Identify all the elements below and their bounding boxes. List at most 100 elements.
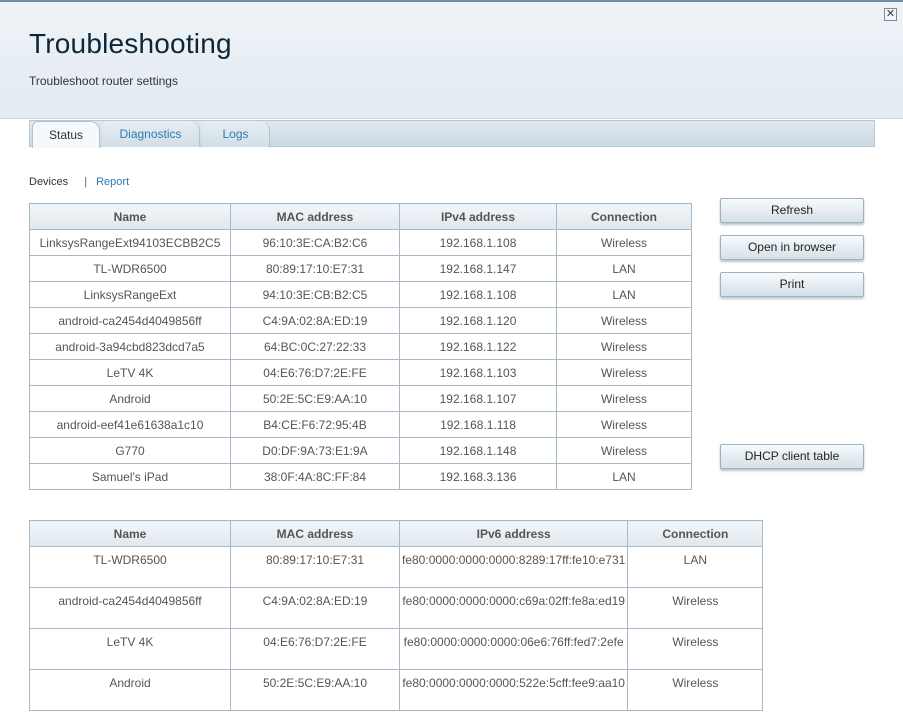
page-subtitle: Troubleshoot router settings [29, 74, 178, 88]
dhcp-client-table-button[interactable]: DHCP client table [720, 444, 864, 469]
cell-mac-address: 80:89:17:10:E7:31 [230, 546, 400, 588]
cell-mac-address: 04:E6:76:D7:2E:FE [230, 359, 400, 386]
cell-ip-address: fe80:0000:0000:0000:8289:17ff:fe10:e731 [398, 546, 629, 588]
cell-name: LinksysRangeExt94103ECBB2C5 [29, 229, 231, 256]
ipv6-table-body: TL-WDR6500 80:89:17:10:E7:31 fe80:0000:000… [29, 546, 764, 711]
table-row: LinksysRangeExt 94:10:3E:CB:B2:C5 192.168.… [29, 281, 692, 308]
cell-name: LeTV 4K [29, 628, 231, 670]
cell-connection: Wireless [556, 411, 692, 438]
table-row: android-3a94cbd823dcd7a5 64:BC:0C:27:22:3… [29, 333, 692, 360]
cell-connection: LAN [556, 255, 692, 282]
column-header-connection: Connection [556, 203, 692, 230]
cell-connection: Wireless [556, 333, 692, 360]
table-row: android-ca2454d4049856ff C4:9A:02:8A:ED:1… [29, 307, 692, 334]
cell-name: Samuel's iPad [29, 463, 231, 490]
cell-connection: LAN [556, 463, 692, 490]
cell-name: Android [29, 385, 231, 412]
cell-name: android-ca2454d4049856ff [29, 307, 231, 334]
table-row: Samuel's iPad 38:0F:4A:8C:FF:84 192.168.3.… [29, 463, 692, 490]
cell-ip-address: 192.168.1.147 [399, 255, 557, 282]
cell-ip-address: 192.168.1.108 [399, 229, 557, 256]
cell-name: android-eef41e61638a1c10 [29, 411, 231, 438]
tab-logs[interactable]: Logs [202, 121, 270, 147]
cell-name: LinksysRangeExt [29, 281, 231, 308]
cell-mac-address: 50:2E:5C:E9:AA:10 [230, 669, 400, 711]
cell-connection: LAN [627, 546, 764, 588]
cell-ip-address: fe80:0000:0000:0000:522e:5cff:fee9:aa10 [398, 669, 629, 711]
cell-name: LeTV 4K [29, 359, 231, 386]
cell-ip-address: 192.168.1.120 [399, 307, 557, 334]
cell-connection: Wireless [627, 669, 764, 711]
cell-mac-address: 64:BC:0C:27:22:33 [230, 333, 400, 360]
cell-ip-address: 192.168.1.107 [399, 385, 557, 412]
tab-status[interactable]: Status [32, 121, 100, 148]
cell-connection: Wireless [556, 359, 692, 386]
cell-name: Android [29, 669, 231, 711]
table-row: LeTV 4K 04:E6:76:D7:2E:FE fe80:0000:0000:0… [29, 628, 764, 670]
table-row: G770 D0:DF:9A:73:E1:9A 192.168.1.148 Wirele… [29, 437, 692, 464]
cell-mac-address: 04:E6:76:D7:2E:FE [230, 628, 400, 670]
column-header-ipv6: IPv6 address [398, 520, 629, 547]
cell-ip-address: 192.168.3.136 [399, 463, 557, 490]
cell-name: TL-WDR6500 [29, 546, 231, 588]
subnav-report-link[interactable]: Report [96, 176, 129, 188]
cell-mac-address: C4:9A:02:8A:ED:19 [230, 307, 400, 334]
cell-connection: Wireless [627, 587, 764, 629]
table-row: android-eef41e61638a1c10 B4:CE:F6:72:95:4… [29, 411, 692, 438]
cell-mac-address: C4:9A:02:8A:ED:19 [230, 587, 400, 629]
table-row: Android 50:2E:5C:E9:AA:10 192.168.1.107 Wir… [29, 385, 692, 412]
cell-ip-address: 192.168.1.108 [399, 281, 557, 308]
cell-mac-address: 38:0F:4A:8C:FF:84 [230, 463, 400, 490]
tab-bar: Status Diagnostics Logs [29, 120, 875, 148]
ipv6-device-table: Name MAC address IPv6 address Connection… [29, 520, 764, 711]
page-title: Troubleshooting [29, 28, 232, 59]
column-header-mac: MAC address [230, 520, 400, 547]
table-row: LinksysRangeExt94103ECBB2C5 96:10:3E:CA:B… [29, 229, 692, 256]
table-row: TL-WDR6500 80:89:17:10:E7:31 192.168.1.147… [29, 255, 692, 282]
page-header: Troubleshooting Troubleshoot router sett… [0, 0, 903, 119]
table-row: TL-WDR6500 80:89:17:10:E7:31 fe80:0000:000… [29, 546, 764, 588]
cell-ip-address: fe80:0000:0000:0000:06e6:76ff:fed7:2efe [398, 628, 629, 670]
cell-connection: Wireless [556, 437, 692, 464]
open-in-browser-button[interactable]: Open in browser [720, 235, 864, 260]
column-header-connection: Connection [627, 520, 764, 547]
close-icon[interactable]: ✕ [884, 8, 897, 21]
cell-mac-address: 50:2E:5C:E9:AA:10 [230, 385, 400, 412]
cell-mac-address: 96:10:3E:CA:B2:C6 [230, 229, 400, 256]
subnav-separator: | [84, 176, 88, 188]
print-button[interactable]: Print [720, 272, 864, 297]
sub-navigation: Devices | Report [29, 176, 129, 188]
cell-mac-address: D0:DF:9A:73:E1:9A [230, 437, 400, 464]
cell-name: android-ca2454d4049856ff [29, 587, 231, 629]
cell-connection: Wireless [627, 628, 764, 670]
cell-connection: Wireless [556, 307, 692, 334]
column-header-mac: MAC address [230, 203, 400, 230]
ipv6-table-header: Name MAC address IPv6 address Connection [29, 520, 764, 547]
ipv4-table-header: Name MAC address IPv4 address Connection [29, 203, 692, 230]
column-header-ipv4: IPv4 address [399, 203, 557, 230]
table-row: LeTV 4K 04:E6:76:D7:2E:FE 192.168.1.103 Wir… [29, 359, 692, 386]
column-header-name: Name [29, 203, 231, 230]
cell-name: G770 [29, 437, 231, 464]
cell-ip-address: 192.168.1.122 [399, 333, 557, 360]
cell-name: TL-WDR6500 [29, 255, 231, 282]
cell-mac-address: 94:10:3E:CB:B2:C5 [230, 281, 400, 308]
cell-mac-address: 80:89:17:10:E7:31 [230, 255, 400, 282]
cell-ip-address: 192.168.1.118 [399, 411, 557, 438]
cell-connection: Wireless [556, 229, 692, 256]
refresh-button[interactable]: Refresh [720, 198, 864, 223]
cell-ip-address: 192.168.1.148 [399, 437, 557, 464]
cell-connection: Wireless [556, 385, 692, 412]
cell-name: android-3a94cbd823dcd7a5 [29, 333, 231, 360]
cell-ip-address: fe80:0000:0000:0000:c69a:02ff:fe8a:ed19 [398, 587, 629, 629]
column-header-name: Name [29, 520, 231, 547]
tab-diagnostics[interactable]: Diagnostics [102, 121, 200, 147]
ipv4-device-table: Name MAC address IPv4 address Connection… [29, 203, 692, 490]
cell-connection: LAN [556, 281, 692, 308]
cell-ip-address: 192.168.1.103 [399, 359, 557, 386]
subnav-devices[interactable]: Devices [29, 176, 68, 188]
table-row: android-ca2454d4049856ff C4:9A:02:8A:ED:1… [29, 587, 764, 629]
table-row: Android 50:2E:5C:E9:AA:10 fe80:0000:0000:0… [29, 669, 764, 711]
cell-mac-address: B4:CE:F6:72:95:4B [230, 411, 400, 438]
ipv4-table-body: LinksysRangeExt94103ECBB2C5 96:10:3E:CA:B… [29, 229, 692, 490]
